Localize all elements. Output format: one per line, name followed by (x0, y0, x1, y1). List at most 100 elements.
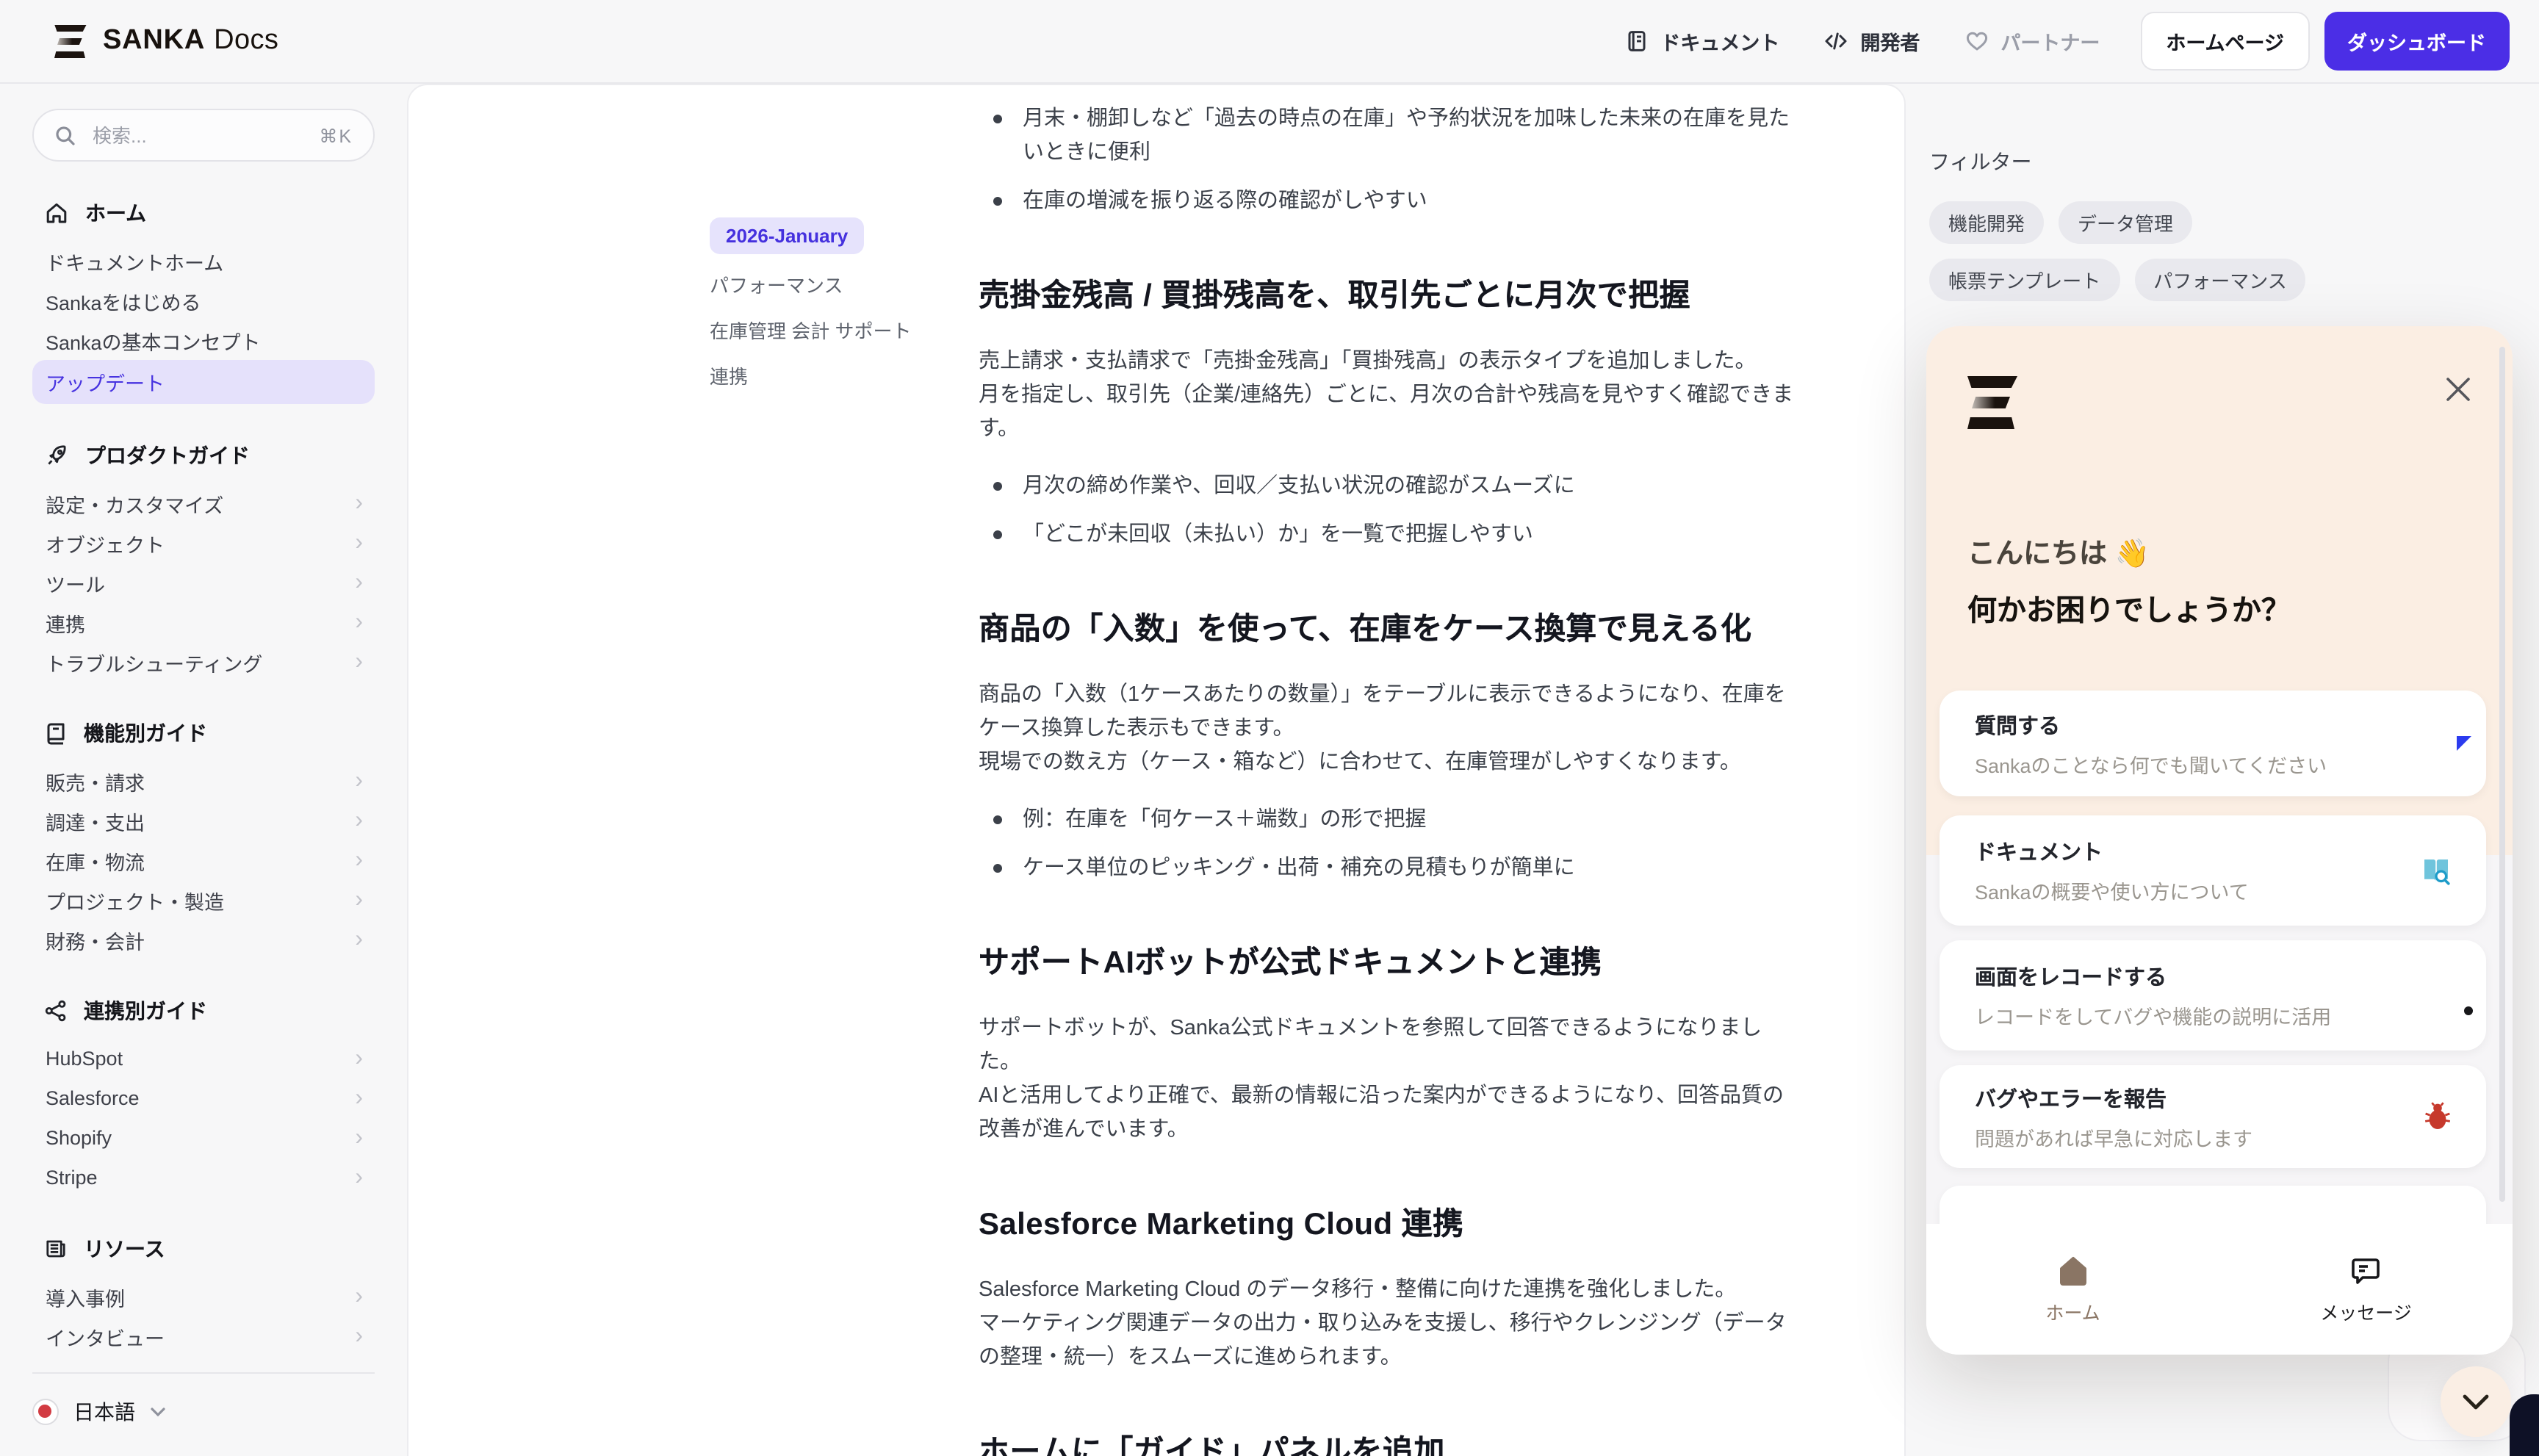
top-nav: ドキュメント 開発者 パートナー (1625, 26, 2100, 56)
docs-search-icon (2419, 853, 2454, 888)
article-tags-row[interactable]: 連携 (710, 364, 959, 391)
japan-flag-icon (32, 1399, 59, 1425)
rocket-icon (44, 443, 69, 468)
chat-tab-messages[interactable]: メッセージ (2219, 1224, 2513, 1355)
search-box[interactable]: ⌘K (32, 109, 375, 162)
sidebar-item-hubspot[interactable]: HubSpot› (32, 1039, 375, 1078)
message-icon (2350, 1254, 2383, 1286)
nav-developers[interactable]: 開発者 (1823, 26, 1920, 56)
chat-card-ask-question[interactable]: 質問する Sankaのことなら何でも聞いてください (1940, 691, 2486, 796)
chat-card-documents[interactable]: ドキュメント Sankaの概要や使い方について (1940, 815, 2486, 926)
sidebar-item-procurement[interactable]: 調達・支出› (32, 801, 375, 840)
sidebar-item-integrations[interactable]: 連携› (32, 602, 375, 642)
heart-icon (1964, 29, 1989, 53)
filter-tag[interactable]: データ管理 (2059, 201, 2192, 244)
section-paragraph: 売上請求・支払請求で「売掛金残高」「買掛残高」の表示タイプを追加しました。 月を… (979, 345, 1804, 447)
date-badge[interactable]: 2026-January (710, 217, 864, 254)
app-window: SANKADocs ドキュメント 開発者 パートナー (0, 0, 2539, 1456)
section-heading: 商品の「入数」を使って、在庫をケース換算で見える化 (979, 608, 1804, 652)
filter-tags: 機能開発 データ管理 帳票テンプレート パフォーマンス (1929, 201, 2319, 301)
sidebar-item-updates[interactable]: アップデート (32, 360, 375, 404)
close-icon[interactable] (2442, 373, 2474, 406)
sidebar-item-sales-billing[interactable]: 販売・請求› (32, 761, 375, 801)
chevron-right-icon: › (355, 491, 363, 515)
filter-panel: フィルター 機能開発 データ管理 帳票テンプレート パフォーマンス (1929, 147, 2319, 301)
sidebar-item-get-started[interactable]: Sankaをはじめる (32, 281, 375, 320)
chat-tab-home[interactable]: ホーム (1926, 1224, 2219, 1355)
search-shortcut: ⌘K (319, 124, 353, 146)
section-heading: サポートAIボットが公式ドキュメントと連携 (979, 942, 1804, 986)
dashboard-button[interactable]: ダッシュボード (2324, 12, 2510, 71)
article-body: 月末・棚卸しなど「過去の時点の在庫」や予約状況を加味した未来の在庫を見たいときに… (979, 103, 1804, 1456)
chevron-right-icon: › (355, 809, 363, 832)
sidebar-section-home: ホーム (32, 198, 375, 228)
chevron-right-icon: › (355, 1285, 363, 1308)
sidebar-item-settings[interactable]: 設定・カスタマイズ› (32, 483, 375, 523)
search-input[interactable] (90, 123, 306, 148)
section-paragraph: 商品の「入数（1ケースあたりの数量）」をテーブルに表示できるようになり、在庫をケ… (979, 679, 1804, 780)
nav-documents[interactable]: ドキュメント (1625, 26, 1779, 56)
sidebar-item-salesforce[interactable]: Salesforce› (32, 1078, 375, 1118)
sidebar-item-inventory[interactable]: 在庫・物流› (32, 840, 375, 880)
chat-bottom-nav: ホーム メッセージ (1926, 1224, 2513, 1355)
sidebar-item-shopify[interactable]: Shopify› (32, 1118, 375, 1158)
sidebar-item-docs-home[interactable]: ドキュメントホーム (32, 241, 375, 281)
greeting-line-2: 何かお困りでしょうか？ (1967, 586, 2291, 629)
chat-collapse-button[interactable] (2441, 1366, 2511, 1437)
sanka-logo[interactable]: SANKADocs (54, 23, 278, 60)
nav-partners[interactable]: パートナー (1964, 26, 2100, 56)
bullet-item: 「どこが未回収（未払い）か」を一覧で把握しやすい (979, 519, 1804, 552)
sidebar-item-stripe[interactable]: Stripe› (32, 1158, 375, 1197)
section-bullet-list: 月次の締め作業や、回収／支払い状況の確認がスムーズに 「どこが未回収（未払い）か… (979, 470, 1804, 552)
book-icon (44, 721, 68, 746)
chevron-right-icon: › (355, 1325, 363, 1348)
chevron-right-icon: › (355, 848, 363, 872)
chat-card-report-bug[interactable]: バグやエラーを報告 問題があれば早急に対応します (1940, 1065, 2486, 1168)
article-meta: 2026-January パフォーマンス 在庫管理 会計 サポート 連携 (710, 217, 959, 391)
home-icon (44, 201, 69, 226)
chevron-right-icon: › (355, 571, 363, 594)
chat-greeting: こんにちは 👋 何かお困りでしょうか？ (1967, 532, 2291, 629)
article-tags-row[interactable]: 在庫管理 会計 サポート (710, 319, 959, 345)
chevron-right-icon: › (355, 531, 363, 555)
chevron-down-icon (150, 1406, 166, 1418)
sidebar-item-interviews[interactable]: インタビュー› (32, 1316, 375, 1356)
chat-scrollbar[interactable] (2499, 347, 2505, 1202)
bullet-item: 月次の締め作業や、回収／支払い状況の確認がスムーズに (979, 470, 1804, 504)
main-content-card: 2026-January パフォーマンス 在庫管理 会計 サポート 連携 月末・… (407, 84, 1906, 1456)
sidebar-section-product-guide: プロダクトガイド (32, 441, 375, 470)
search-icon (54, 124, 76, 146)
filter-tag[interactable]: パフォーマンス (2134, 259, 2306, 301)
newspaper-icon (44, 1237, 68, 1261)
language-selector[interactable]: 日本語 (32, 1397, 375, 1438)
section-paragraph: Salesforce Marketing Cloud のデータ移行・整備に向けた… (979, 1274, 1804, 1375)
sidebar-footer: 日本語 (32, 1372, 375, 1438)
sidebar-item-objects[interactable]: オブジェクト› (32, 523, 375, 563)
bullet-item: 例：在庫を「何ケース＋端数」の形で把握 (979, 804, 1804, 837)
chevron-right-icon: › (355, 888, 363, 912)
chevron-right-icon: › (355, 650, 363, 674)
sidebar-item-troubleshooting[interactable]: トラブルシューティング› (32, 642, 375, 682)
chevron-right-icon: › (355, 1126, 363, 1150)
bullet-item: 月末・棚卸しなど「過去の時点の在庫」や予約状況を加味した未来の在庫を見たいときに… (979, 103, 1804, 170)
bug-icon (2421, 1100, 2454, 1133)
filter-tag[interactable]: 機能開発 (1929, 201, 2044, 244)
filter-tag[interactable]: 帳票テンプレート (1929, 259, 2120, 301)
homepage-button[interactable]: ホームページ (2141, 12, 2309, 71)
document-icon (1625, 29, 1649, 53)
chat-card-record-screen[interactable]: 画面をレコードする レコードをしてバグや機能の説明に活用 (1940, 940, 2486, 1050)
filter-label: フィルター (1929, 147, 2319, 176)
logo-text: SANKADocs (103, 25, 278, 57)
share-icon (44, 999, 68, 1023)
sidebar-item-case-studies[interactable]: 導入事例› (32, 1277, 375, 1316)
section-heading: ホームに「ガイド」パネルを追加 (979, 1431, 1804, 1456)
article-tags-row[interactable]: パフォーマンス (710, 273, 959, 300)
sidebar-item-concepts[interactable]: Sankaの基本コンセプト (32, 320, 375, 360)
sidebar-item-projects[interactable]: プロジェクト・製造› (32, 880, 375, 920)
sidebar-section-feature-guide: 機能別ガイド (32, 718, 375, 748)
sidebar-item-tools[interactable]: ツール› (32, 563, 375, 602)
sidebar-item-finance[interactable]: 財務・会計› (32, 920, 375, 959)
bullet-item: 在庫の増減を振り返る際の確認がしやすい (979, 185, 1804, 219)
greeting-line-1: こんにちは 👋 (1967, 532, 2291, 572)
chevron-right-icon: › (355, 610, 363, 634)
